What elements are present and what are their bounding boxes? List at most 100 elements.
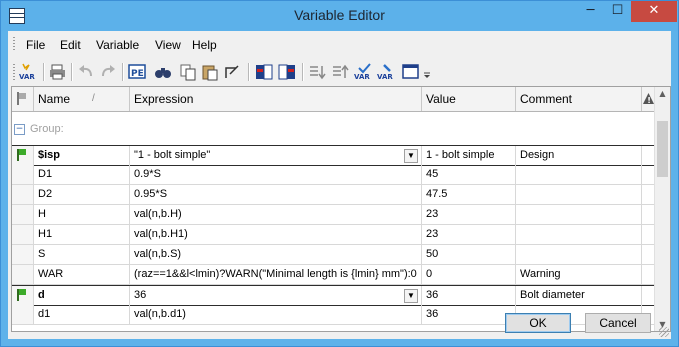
collapse-group-icon[interactable]: − bbox=[14, 124, 25, 135]
expression-cell[interactable]: val(n,b.H1) bbox=[130, 225, 422, 244]
value-cell: 36 bbox=[422, 305, 516, 324]
table-row[interactable]: H1 val(n,b.H1) 23 bbox=[12, 225, 655, 245]
expression-cell[interactable]: (raz==1&&l<lmin)?WARN("Minimal length is… bbox=[130, 265, 422, 284]
close-button[interactable]: ✕ bbox=[631, 1, 677, 22]
comment-cell-text: Design bbox=[520, 149, 555, 161]
header-value[interactable]: Value bbox=[422, 87, 516, 111]
comment-cell[interactable]: Design bbox=[516, 146, 642, 165]
var-check-icon[interactable]: VAR bbox=[354, 62, 374, 82]
row-flag-cell[interactable] bbox=[12, 225, 34, 244]
expression-cell[interactable]: val(n,b.d1) bbox=[130, 305, 422, 324]
row-flag-cell[interactable] bbox=[12, 185, 34, 204]
move-up-icon[interactable] bbox=[330, 62, 350, 82]
name-cell[interactable]: D2 bbox=[34, 185, 130, 204]
maximize-button[interactable]: ☐ bbox=[604, 1, 631, 22]
vertical-scrollbar[interactable]: ▲ ▼ bbox=[654, 87, 670, 331]
table-row[interactable]: d 36 ▼ 36 Bolt diameter bbox=[12, 285, 655, 306]
toolbar-overflow-icon[interactable] bbox=[422, 62, 432, 82]
copy-icon[interactable] bbox=[178, 62, 198, 82]
value-cell: 23 bbox=[422, 205, 516, 224]
menu-variable[interactable]: Variable bbox=[96, 38, 139, 52]
new-variable-icon[interactable]: VAR bbox=[19, 62, 39, 82]
table-row[interactable]: Sval(n,b.S) 50 bbox=[12, 245, 655, 265]
chevron-down-icon[interactable]: ▼ bbox=[404, 289, 418, 303]
svg-text:PE: PE bbox=[131, 69, 144, 79]
redo-icon[interactable] bbox=[98, 62, 118, 82]
header-expression[interactable]: Expression bbox=[130, 87, 422, 111]
expression-cell[interactable]: 36 ▼ bbox=[130, 286, 422, 305]
menu-help[interactable]: Help bbox=[192, 38, 217, 52]
value-cell: 47.5 bbox=[422, 185, 516, 204]
paste-icon[interactable] bbox=[200, 62, 220, 82]
comment-cell[interactable]: Warning bbox=[516, 265, 642, 284]
resize-grip-icon[interactable] bbox=[659, 327, 669, 337]
header-comment[interactable]: Comment bbox=[516, 87, 642, 111]
cancel-button[interactable]: Cancel bbox=[585, 313, 651, 333]
move-down-icon[interactable] bbox=[307, 62, 327, 82]
var-edit-icon[interactable]: VAR bbox=[377, 62, 397, 82]
window-icon[interactable] bbox=[401, 62, 421, 82]
row-flag-cell[interactable] bbox=[12, 146, 34, 165]
name-cell[interactable]: D1 bbox=[34, 165, 130, 184]
undo-icon[interactable] bbox=[76, 62, 96, 82]
value-cell-text: 47.5 bbox=[426, 188, 448, 200]
properties-icon[interactable]: PE bbox=[127, 62, 147, 82]
menu-file[interactable]: File bbox=[26, 38, 45, 52]
menubar-grip-icon[interactable] bbox=[13, 37, 15, 51]
menu-view[interactable]: View bbox=[155, 38, 181, 52]
title-bar[interactable]: Variable Editor ─ ☐ ✕ bbox=[1, 1, 678, 31]
expression-cell[interactable]: "1 - bolt simple" ▼ bbox=[130, 146, 422, 165]
comment-cell[interactable] bbox=[516, 225, 642, 244]
row-flag-cell[interactable] bbox=[12, 265, 34, 284]
name-cell[interactable]: $isp bbox=[34, 146, 130, 165]
menu-edit[interactable]: Edit bbox=[60, 38, 81, 52]
row-flag-cell[interactable] bbox=[12, 305, 34, 324]
flag-column-icon bbox=[17, 92, 26, 105]
header-flag-column[interactable] bbox=[12, 87, 34, 111]
table-row[interactable]: WAR (raz==1&&l<lmin)?WARN("Minimal length… bbox=[12, 265, 655, 285]
table-row[interactable]: Hval(n,b.H) 23 bbox=[12, 205, 655, 225]
print-icon[interactable] bbox=[48, 62, 68, 82]
find-binoculars-icon[interactable] bbox=[153, 62, 173, 82]
chevron-down-icon[interactable]: ▼ bbox=[404, 149, 418, 163]
table-row[interactable]: D1 0.9*S 45 bbox=[12, 165, 655, 185]
name-cell[interactable]: H1 bbox=[34, 225, 130, 244]
scroll-up-icon[interactable]: ▲ bbox=[657, 89, 668, 98]
expression-cell-text: 0.9*S bbox=[134, 168, 161, 180]
row-flag-cell[interactable] bbox=[12, 245, 34, 264]
table-row[interactable]: D2 0.95*S 47.5 bbox=[12, 185, 655, 205]
comment-cell[interactable] bbox=[516, 165, 642, 184]
row-flag-cell[interactable] bbox=[12, 165, 34, 184]
name-cell-text: S bbox=[38, 248, 46, 260]
name-cell[interactable]: WAR bbox=[34, 265, 130, 284]
expression-cell[interactable]: 0.9*S bbox=[130, 165, 422, 184]
insert-before-icon[interactable] bbox=[254, 62, 274, 82]
value-cell: 23 bbox=[422, 225, 516, 244]
name-cell[interactable]: H bbox=[34, 205, 130, 224]
comment-cell[interactable] bbox=[516, 245, 642, 264]
scrollbar-thumb[interactable] bbox=[657, 121, 668, 177]
ok-button[interactable]: OK bbox=[505, 313, 571, 333]
name-cell[interactable]: d bbox=[34, 286, 130, 305]
toolbar-separator bbox=[122, 63, 124, 81]
header-name[interactable]: Name / bbox=[34, 87, 130, 111]
comment-cell[interactable] bbox=[516, 185, 642, 204]
comment-cell[interactable] bbox=[516, 205, 642, 224]
row-flag-cell[interactable] bbox=[12, 205, 34, 224]
toolbar-separator bbox=[71, 63, 73, 81]
name-cell[interactable]: S bbox=[34, 245, 130, 264]
comment-cell[interactable]: Bolt diameter bbox=[516, 286, 642, 305]
name-cell[interactable]: d1 bbox=[34, 305, 130, 324]
format-icon[interactable] bbox=[223, 62, 243, 82]
expression-cell-text: (raz==1&&l<lmin)?WARN("Minimal length is… bbox=[134, 268, 417, 280]
minimize-button[interactable]: ─ bbox=[577, 1, 604, 22]
expression-cell[interactable]: 0.95*S bbox=[130, 185, 422, 204]
expression-cell[interactable]: val(n,b.S) bbox=[130, 245, 422, 264]
row-flag-cell[interactable] bbox=[12, 286, 34, 305]
group-row: − Group: bbox=[12, 112, 655, 145]
table-row[interactable]: $isp "1 - bolt simple" ▼ 1 - bolt simple Des… bbox=[12, 145, 655, 166]
toolbar-grip-icon[interactable] bbox=[13, 64, 15, 80]
insert-after-icon[interactable] bbox=[277, 62, 297, 82]
menu-bar: File Edit Variable View Help bbox=[8, 31, 671, 57]
expression-cell[interactable]: val(n,b.H) bbox=[130, 205, 422, 224]
